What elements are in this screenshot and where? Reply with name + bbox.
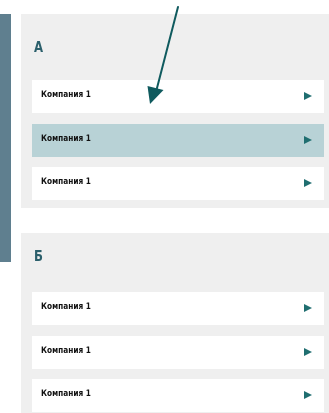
- play-arrow-icon: [304, 391, 312, 399]
- group-panel-a: А Компания 1 Компания 1 Компания 1: [21, 14, 329, 208]
- company-label: Компания 1: [41, 134, 91, 144]
- company-row[interactable]: Компания 1: [32, 292, 324, 325]
- company-row-active[interactable]: Компания 1: [32, 124, 324, 157]
- play-arrow-icon: [304, 348, 312, 356]
- company-row[interactable]: Компания 1: [32, 379, 324, 412]
- play-arrow-icon: [304, 304, 312, 312]
- company-row[interactable]: Компания 1: [32, 336, 324, 369]
- company-label: Компания 1: [41, 346, 91, 356]
- group-letter-b: Б: [34, 247, 44, 265]
- company-row[interactable]: Компания 1: [32, 80, 324, 113]
- play-arrow-icon: [304, 92, 312, 100]
- company-label: Компания 1: [41, 177, 91, 187]
- group-panel-b: Б Компания 1 Компания 1 Компания 1: [21, 233, 329, 413]
- play-arrow-icon: [304, 179, 312, 187]
- company-label: Компания 1: [41, 389, 91, 399]
- company-directory: А Компания 1 Компания 1 Компания 1 Б Ком…: [0, 0, 329, 413]
- company-label: Компания 1: [41, 302, 91, 312]
- company-label: Компания 1: [41, 90, 91, 100]
- group-letter-a: А: [34, 38, 44, 56]
- company-row[interactable]: Компания 1: [32, 167, 324, 200]
- left-accent-border: [0, 14, 11, 262]
- play-arrow-icon: [304, 136, 312, 144]
